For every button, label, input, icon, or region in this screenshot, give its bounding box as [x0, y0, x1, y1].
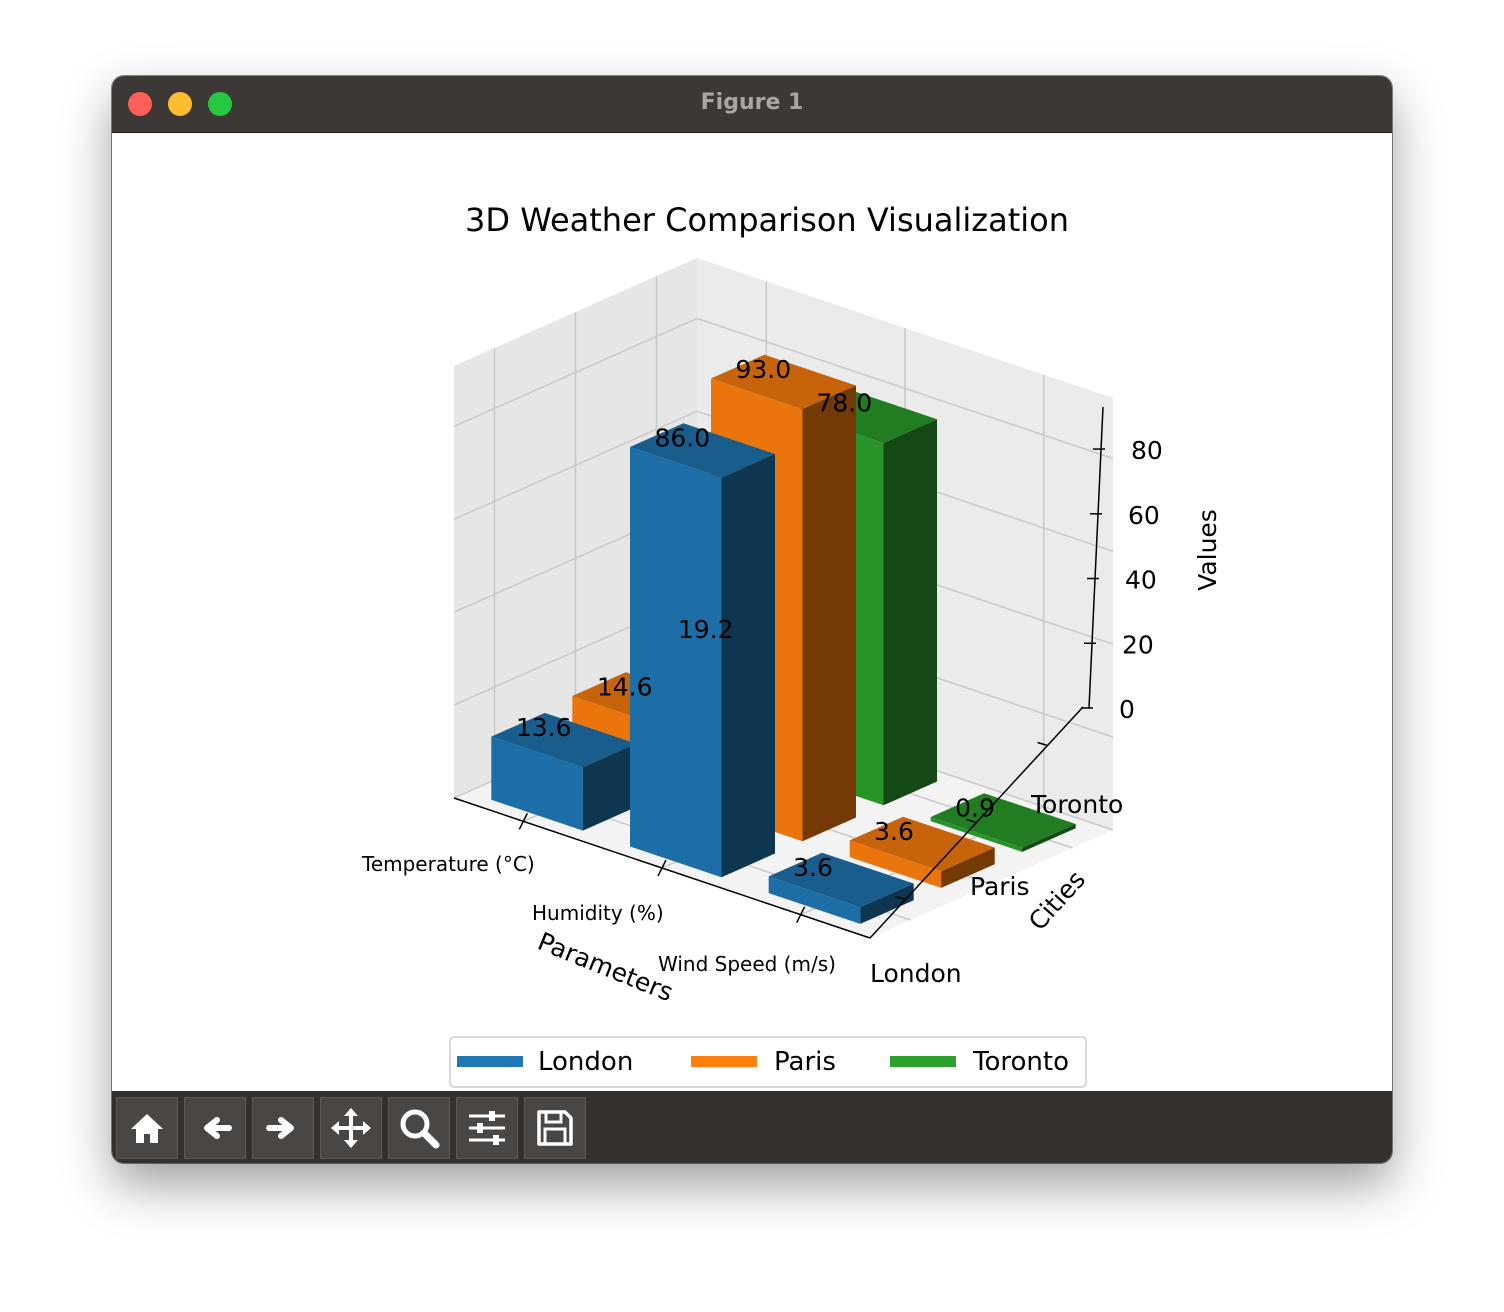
x-axis-label: Parameters: [534, 927, 678, 1007]
move-icon: [331, 1108, 371, 1148]
bar-front-face: [630, 447, 722, 878]
forward-button[interactable]: [252, 1097, 314, 1159]
y-tick-label: Paris: [970, 872, 1030, 901]
legend-label: London: [538, 1047, 633, 1077]
back-button[interactable]: [184, 1097, 246, 1159]
z-tick-label: 60: [1128, 501, 1160, 530]
x-tick-label: Temperature (°C): [361, 852, 535, 876]
pan-button[interactable]: [320, 1097, 382, 1159]
chart-title: 3D Weather Comparison Visualization: [465, 201, 1069, 239]
bar-side-face: [802, 385, 856, 842]
z-tick-label: 40: [1125, 566, 1157, 595]
bar-side-face: [721, 454, 775, 878]
bar-value-label: 78.0: [817, 389, 873, 418]
magnifier-icon: [400, 1109, 440, 1149]
z-tick-label: 0: [1119, 695, 1135, 724]
figure-canvas[interactable]: 3D Weather Comparison Visualization 19.2 7…: [112, 133, 1392, 1091]
legend-swatch: [691, 1056, 757, 1067]
title-bar: Figure 1: [112, 76, 1392, 133]
y-tick-label: Toronto: [1030, 790, 1123, 819]
home-button[interactable]: [116, 1097, 178, 1159]
zoom-button[interactable]: [388, 1097, 450, 1159]
z-axis-label: Values: [1193, 509, 1222, 591]
legend: London Paris Toronto: [449, 1036, 1087, 1088]
floppy-disk-icon: [537, 1110, 573, 1146]
x-tick-label: Wind Speed (m/s): [658, 952, 836, 976]
bar-value-label: 3.6: [793, 853, 833, 882]
configure-subplots-button[interactable]: [456, 1097, 518, 1159]
navigation-toolbar: [112, 1091, 1392, 1163]
z-tick-label: 80: [1131, 436, 1163, 465]
save-button[interactable]: [524, 1097, 586, 1159]
legend-swatch: [457, 1056, 523, 1067]
arrow-right-icon: [266, 1117, 294, 1139]
figure-window: Figure 1 3D Weather Comparison Visualiza…: [112, 76, 1392, 1163]
y-axis-label: Cities: [1023, 865, 1091, 936]
y-tick-label: London: [870, 959, 962, 988]
bar-value-label: 93.0: [736, 355, 792, 384]
legend-label: Toronto: [972, 1047, 1069, 1077]
bar-london: [630, 423, 775, 878]
bar-value-label: 14.6: [597, 673, 653, 702]
bar-value-label: 86.0: [655, 424, 711, 453]
bar-value-label: 3.6: [874, 817, 914, 846]
bar-side-face: [883, 419, 937, 806]
legend-label: Paris: [774, 1047, 836, 1077]
legend-swatch: [890, 1056, 956, 1067]
bar-value-label: 19.2: [678, 615, 734, 644]
bar3d-chart: 3D Weather Comparison Visualization 19.2 7…: [361, 201, 1222, 1088]
x-tick-label: Humidity (%): [532, 901, 664, 925]
home-icon: [131, 1114, 163, 1143]
sliders-icon: [469, 1111, 505, 1145]
z-tick-label: 20: [1122, 630, 1154, 659]
bar-value-label: 13.6: [516, 713, 572, 742]
arrow-left-icon: [204, 1117, 232, 1139]
window-title: Figure 1: [700, 90, 804, 115]
